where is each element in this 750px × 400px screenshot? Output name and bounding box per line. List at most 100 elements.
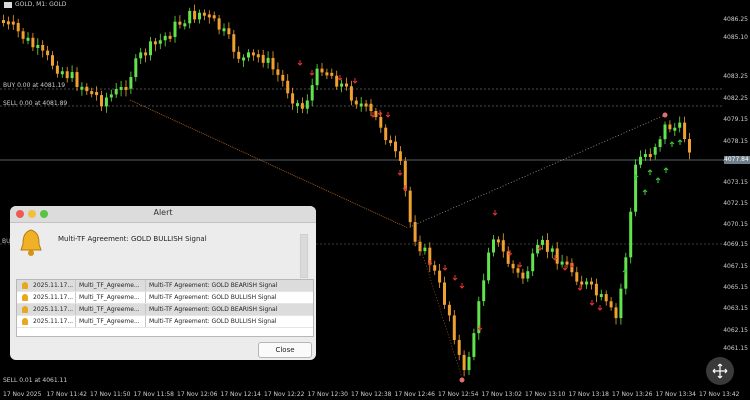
bearish-signal-arrow (442, 265, 448, 271)
symbol-label: GOLD, M1: GOLD (15, 1, 67, 8)
price-tick-label: 4079.15 (723, 116, 748, 123)
candle-body (300, 103, 304, 109)
table-row[interactable]: 2025.11.17... Multi_TF_Agreeme... Multi-… (17, 292, 313, 304)
price-tick-label: 4086.25 (723, 16, 748, 23)
candle-body (555, 248, 559, 264)
candle-body (85, 86, 89, 92)
candle-body (550, 248, 554, 252)
buy-order-label[interactable]: BUY 0.00 at 4081.19 (3, 82, 65, 89)
bearish-signal-arrow (397, 170, 403, 176)
candle-body (438, 270, 442, 283)
candle-body (643, 154, 647, 158)
candle-body (315, 68, 319, 86)
bearish-signal-arrow (337, 75, 343, 81)
row-expert: Multi_TF_Agreeme... (79, 294, 140, 301)
price-tick-label: 4070.15 (723, 221, 748, 228)
zoom-button[interactable] (706, 357, 734, 385)
chart-window[interactable]: GOLD, M1: GOLD 4086.25 4085.10 4083.25 4082… (0, 0, 750, 400)
sell-bottom-order-label[interactable]: SELL 0.01 at 4061.11 (3, 377, 67, 384)
zoom-icon (712, 363, 728, 379)
candle-body (153, 41, 157, 45)
candle-body (134, 58, 138, 78)
candle-body (26, 37, 30, 41)
trend-line (417, 239, 463, 379)
candle-body (629, 211, 633, 258)
row-expert: Multi_TF_Agreeme... (79, 306, 140, 313)
candle-body (492, 239, 495, 253)
candle-body (109, 94, 113, 98)
bearish-signal-arrow (309, 70, 315, 76)
candle-body (193, 10, 197, 20)
candle-body (41, 45, 45, 51)
level-marker (662, 112, 668, 118)
candle-body (80, 86, 84, 90)
candle-body (467, 356, 471, 371)
alert-titlebar[interactable]: Alert (10, 206, 316, 223)
candle-body (648, 154, 652, 158)
candle-body (247, 52, 250, 58)
candle-body (232, 34, 236, 52)
flag-icon (4, 1, 12, 8)
bearish-signal-arrow (562, 265, 568, 271)
candle-body (227, 28, 231, 35)
candle-body (443, 282, 446, 305)
candle-body (256, 54, 260, 58)
current-price-label: 4077.84 (724, 156, 750, 164)
candle-body (188, 10, 192, 24)
row-date: 2025.11.17... (33, 282, 74, 289)
table-row[interactable]: 2025.11.17... Multi_TF_Agreeme... Multi-… (17, 316, 313, 328)
candle-body (374, 111, 378, 118)
candle-body (511, 263, 515, 269)
candle-body (251, 52, 255, 56)
candle-body (46, 50, 50, 56)
candle-body (330, 72, 334, 76)
candle-body (261, 54, 265, 63)
time-tick-label: 17 Nov 2025 (3, 391, 42, 398)
candle-body (124, 86, 128, 90)
time-tick-label: 17 Nov 12:22 (264, 391, 305, 398)
alert-message: Multi-TF Agreement: GOLD BULLISH Signal (58, 235, 207, 243)
candle-body (144, 52, 148, 56)
message-scrollbar[interactable] (300, 234, 308, 278)
price-tick-label: 4067.15 (723, 263, 748, 270)
table-row[interactable]: 2025.11.17... Multi_TF_Agreeme... Multi-… (17, 280, 313, 292)
candle-body (202, 12, 206, 16)
alert-row-icon (22, 318, 28, 325)
candle-body (178, 21, 182, 25)
time-tick-label: 17 Nov 12:06 (177, 391, 218, 398)
price-tick-label: 4082.25 (723, 95, 748, 102)
candle-body (6, 21, 10, 25)
table-row[interactable]: 2025.11.17... Multi_TF_Agreeme... Multi-… (17, 304, 313, 316)
row-expert: Multi_TF_Agreeme... (79, 282, 140, 289)
candle-body (198, 12, 201, 20)
bearish-signal-arrow (517, 262, 523, 268)
candle-body (408, 190, 412, 223)
candle-body (384, 127, 388, 141)
time-tick-label: 17 Nov 12:54 (438, 391, 479, 398)
candle-body (521, 272, 525, 279)
candle-body (501, 240, 505, 252)
sell-order-label[interactable]: SELL 0.00 at 4081.89 (3, 100, 67, 107)
candle-body (139, 52, 143, 59)
candle-body (31, 37, 35, 48)
row-text: Multi-TF Agreement: GOLD BEARISH Signal (149, 306, 278, 313)
candle-body (599, 294, 603, 298)
candle-body (310, 85, 314, 101)
alert-dialog[interactable]: Alert Multi-TF Agreement: GOLD BULLISH S… (10, 206, 316, 360)
candle-body (678, 122, 682, 128)
bullish-signal-arrow (647, 169, 653, 175)
candle-body (673, 127, 677, 131)
alert-log-table[interactable]: 2025.11.17... Multi_TF_Agreeme... Multi-… (16, 279, 314, 337)
candle-body (237, 51, 241, 59)
candle-body (75, 72, 79, 88)
time-axis[interactable]: 17 Nov 2025 17 Nov 11:42 17 Nov 11:50 17 No… (0, 388, 750, 400)
price-axis[interactable]: 4086.25 4085.10 4083.25 4082.25 4079.15 4078.… (723, 0, 750, 388)
candle-body (2, 20, 5, 23)
time-tick-label: 17 Nov 13:42 (699, 391, 740, 398)
candle-body (100, 95, 103, 107)
candle-body (345, 83, 348, 87)
candle-body (340, 83, 344, 87)
row-date: 2025.11.17... (33, 318, 74, 325)
close-button[interactable]: Close (258, 342, 312, 358)
row-text: Multi-TF Agreement: GOLD BULLISH Signal (149, 294, 277, 301)
